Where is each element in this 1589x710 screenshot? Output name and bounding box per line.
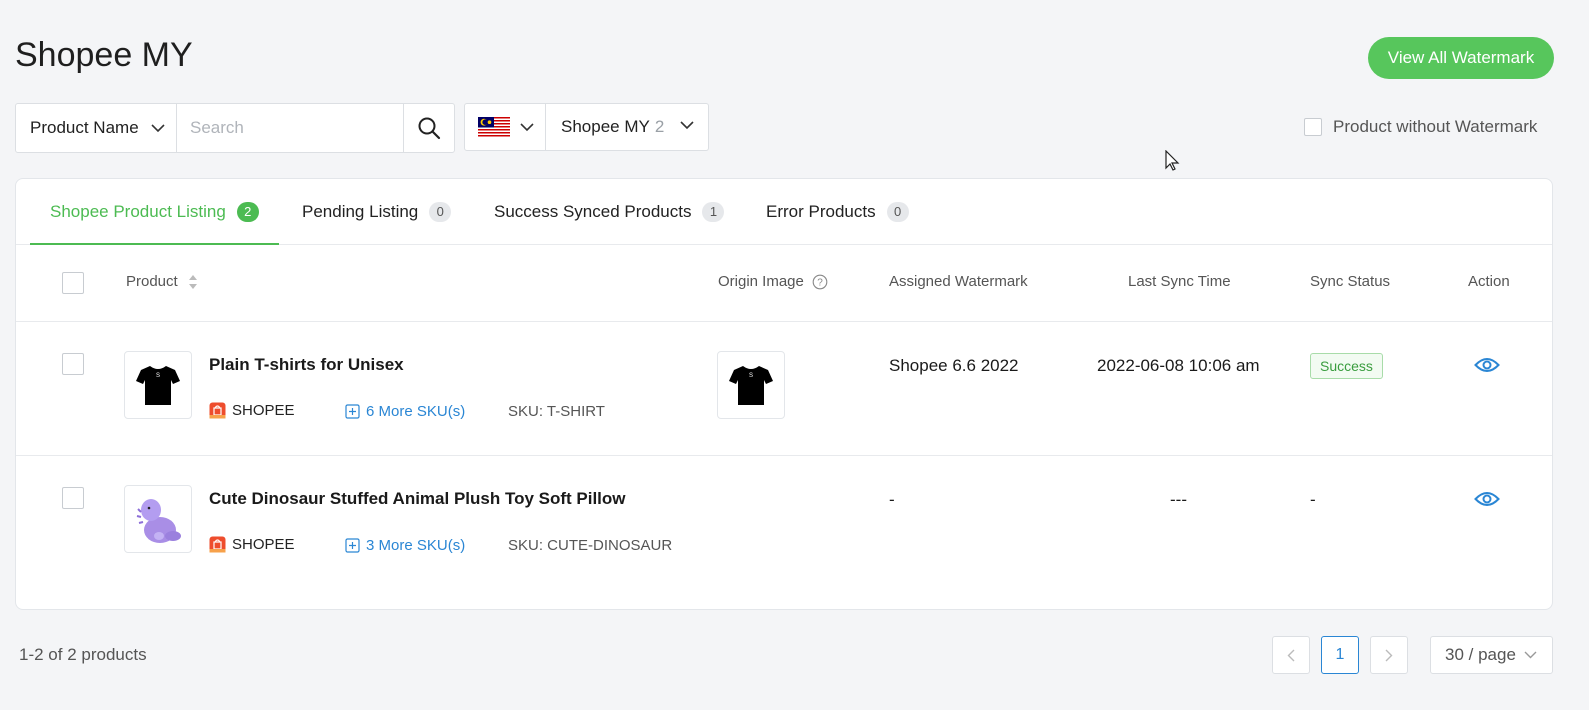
- column-header-action: Action: [1468, 273, 1510, 290]
- shopee-bag-icon: [209, 402, 226, 419]
- last-sync-time: 2022-06-08 10:06 am: [1097, 356, 1260, 375]
- chevron-right-icon: [1385, 649, 1393, 661]
- tab-label: Shopee Product Listing: [50, 201, 226, 221]
- plus-square-icon: [345, 538, 360, 553]
- platform-name: SHOPEE: [232, 536, 295, 553]
- tab-label: Pending Listing: [302, 201, 419, 221]
- more-skus-link[interactable]: 6 More SKU(s): [345, 403, 465, 420]
- platform-label: SHOPEE: [209, 536, 295, 553]
- table-row: Cute Dinosaur Stuffed Animal Plush Toy S…: [16, 456, 1552, 589]
- column-label: Action: [1468, 273, 1510, 290]
- prev-page-button[interactable]: [1272, 636, 1310, 674]
- malaysia-flag-icon: [478, 117, 510, 137]
- next-page-button[interactable]: [1370, 636, 1408, 674]
- chevron-down-icon: [680, 121, 694, 130]
- svg-text:S: S: [749, 373, 753, 379]
- product-name[interactable]: Cute Dinosaur Stuffed Animal Plush Toy S…: [209, 489, 626, 509]
- without-watermark-filter[interactable]: Product without Watermark: [1304, 117, 1537, 137]
- table-header: Product Origin Image ? Assigned Watermar…: [16, 244, 1552, 322]
- tab-error-products[interactable]: Error Products 0: [766, 179, 909, 244]
- tab-label: Success Synced Products: [494, 201, 692, 221]
- store-select[interactable]: Shopee MY 2: [546, 103, 709, 151]
- product-thumbnail[interactable]: S: [124, 351, 192, 419]
- origin-image[interactable]: S: [717, 351, 785, 419]
- column-header-sync-status: Sync Status: [1310, 273, 1390, 290]
- without-watermark-checkbox[interactable]: [1304, 118, 1322, 136]
- product-thumbnail[interactable]: [124, 485, 192, 553]
- chevron-down-icon: [1524, 651, 1537, 659]
- eye-icon[interactable]: [1474, 356, 1500, 374]
- sort-icon[interactable]: [188, 274, 198, 290]
- select-all-checkbox[interactable]: [62, 272, 84, 294]
- chevron-down-icon: [520, 122, 534, 131]
- search-input[interactable]: [177, 104, 403, 152]
- assigned-watermark: Shopee 6.6 2022: [889, 356, 1019, 375]
- product-name[interactable]: Plain T-shirts for Unisex: [209, 355, 404, 375]
- tshirt-icon: S: [136, 366, 180, 405]
- svg-text:?: ?: [817, 277, 823, 288]
- product-sku: SKU: T-SHIRT: [508, 403, 605, 420]
- status-badge: Success: [1310, 353, 1383, 379]
- mouse-cursor-icon: [1165, 150, 1180, 171]
- chevron-left-icon: [1287, 649, 1295, 661]
- more-skus-label: 6 More SKU(s): [366, 403, 466, 420]
- tab-success-synced-products[interactable]: Success Synced Products 1: [494, 179, 725, 244]
- search-field-label: Product Name: [30, 118, 139, 137]
- tab-shopee-product-listing[interactable]: Shopee Product Listing 2: [30, 179, 279, 245]
- platform-label: SHOPEE: [209, 402, 295, 419]
- last-sync-time: ---: [1170, 490, 1187, 509]
- column-header-last-sync-time: Last Sync Time: [1128, 273, 1231, 290]
- column-label: Sync Status: [1310, 273, 1391, 290]
- row-checkbox[interactable]: [62, 353, 84, 375]
- eye-icon[interactable]: [1474, 490, 1500, 508]
- column-header-assigned-watermark: Assigned Watermark: [889, 273, 1028, 290]
- search-icon: [418, 117, 441, 140]
- column-label: Last Sync Time: [1128, 273, 1231, 290]
- store-select-label: Shopee MY: [561, 117, 650, 136]
- sync-status: -: [1310, 490, 1316, 509]
- dinosaur-plush-icon: [136, 499, 181, 543]
- more-skus-link[interactable]: 3 More SKU(s): [345, 537, 465, 554]
- tab-bar: Shopee Product Listing 2 Pending Listing…: [16, 179, 1552, 245]
- product-listing-card: Shopee Product Listing 2 Pending Listing…: [15, 178, 1553, 610]
- country-select[interactable]: [464, 103, 546, 151]
- view-all-watermark-button[interactable]: View All Watermark: [1368, 37, 1554, 79]
- tab-count-badge: 0: [429, 201, 452, 222]
- row-checkbox[interactable]: [62, 487, 84, 509]
- search-filter-group: Product Name: [15, 103, 455, 153]
- tshirt-icon: S: [729, 366, 773, 405]
- svg-text:S: S: [156, 373, 160, 379]
- tab-pending-listing[interactable]: Pending Listing 0: [302, 179, 452, 244]
- column-label: Product: [126, 273, 178, 290]
- column-label: Origin Image: [718, 273, 804, 290]
- assigned-watermark: -: [889, 490, 895, 509]
- pagination-summary: 1-2 of 2 products: [19, 645, 147, 664]
- plus-square-icon: [345, 404, 360, 419]
- table-row: S Plain T-shirts for Unisex SHOPEE 6 Mor…: [16, 322, 1552, 456]
- chevron-down-icon: [151, 123, 165, 132]
- tab-count-badge: 2: [236, 201, 259, 222]
- column-header-origin-image: Origin Image ?: [718, 273, 828, 290]
- page-button-current[interactable]: 1: [1321, 636, 1359, 674]
- column-header-product[interactable]: Product: [126, 273, 198, 290]
- search-button[interactable]: [403, 104, 454, 152]
- search-field-select[interactable]: Product Name: [16, 104, 177, 152]
- per-page-select[interactable]: 30 / page: [1430, 636, 1553, 674]
- column-label: Assigned Watermark: [889, 273, 1028, 290]
- tab-label: Error Products: [766, 201, 876, 221]
- help-icon[interactable]: ?: [812, 274, 828, 290]
- page-title: Shopee MY: [15, 36, 193, 74]
- product-sku: SKU: CUTE-DINOSAUR: [508, 537, 673, 554]
- per-page-label: 30 / page: [1445, 645, 1516, 664]
- shopee-bag-icon: [209, 536, 226, 553]
- platform-name: SHOPEE: [232, 402, 295, 419]
- without-watermark-label: Product without Watermark: [1333, 117, 1538, 136]
- more-skus-label: 3 More SKU(s): [366, 537, 466, 554]
- tab-count-badge: 0: [886, 201, 909, 222]
- store-count: 2: [654, 117, 665, 136]
- tab-count-badge: 1: [702, 201, 725, 222]
